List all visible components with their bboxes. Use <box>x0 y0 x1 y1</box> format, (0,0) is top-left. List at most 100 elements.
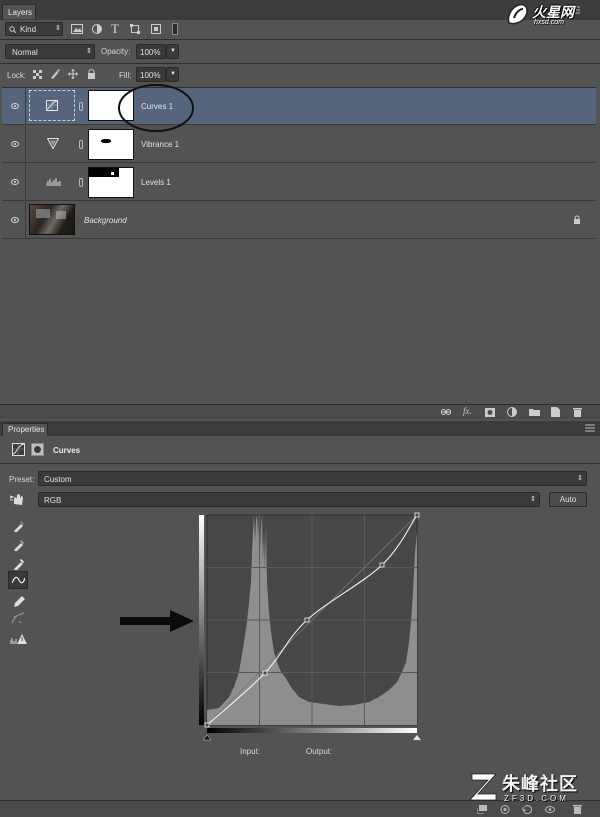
output-gradient-bar <box>199 515 204 725</box>
hxsd-url: hxsd.com <box>534 19 564 26</box>
layer-row-curves[interactable]: Curves 1 <box>2 88 596 125</box>
preset-value: Custom <box>44 475 72 484</box>
lock-label: Lock: <box>7 71 27 80</box>
layer-row-levels[interactable]: Levels 1 <box>2 164 596 201</box>
layers-tab[interactable]: Layers <box>2 4 36 19</box>
fill-label: Fill: <box>119 71 132 80</box>
lock-image-pixels-icon[interactable] <box>50 69 60 79</box>
mask-black-area <box>89 168 119 177</box>
chevron-down-icon: ▼ <box>170 71 176 77</box>
lock-transparent-pixels-icon[interactable] <box>33 70 42 79</box>
curve-control-point[interactable] <box>204 722 210 728</box>
layer-row-background[interactable]: Background <box>2 202 596 239</box>
blend-mode-value: Normal <box>12 48 38 57</box>
eye-icon[interactable] <box>11 141 19 147</box>
fill-input[interactable]: 100% <box>136 67 166 82</box>
new-layer-icon[interactable] <box>551 407 560 417</box>
chain-link-icon[interactable] <box>79 102 83 111</box>
eye-icon[interactable] <box>11 103 19 109</box>
white-point-slider <box>412 734 422 741</box>
visibility-cell <box>4 126 26 162</box>
curve-control-point[interactable] <box>379 562 385 568</box>
curve-control-point[interactable] <box>304 617 310 623</box>
filter-shape-icon[interactable] <box>130 24 140 34</box>
filter-type-icon[interactable]: T <box>111 21 119 37</box>
curves-adjustment-icon <box>12 443 25 456</box>
fill-value: 100% <box>140 71 161 80</box>
filter-pixel-icon[interactable] <box>71 24 83 34</box>
layer-name[interactable]: Background <box>84 216 127 225</box>
channel-value: RGB <box>44 496 62 505</box>
link-layers-icon[interactable] <box>441 408 451 416</box>
zf3d-logo-icon <box>470 773 497 801</box>
layer-name[interactable]: Levels 1 <box>141 178 171 187</box>
curves-icon <box>46 100 58 111</box>
visibility-cell <box>4 202 26 238</box>
hxsd-watermark: 火星网 hxsd.com <box>505 2 597 30</box>
auto-button[interactable]: Auto <box>549 492 587 507</box>
eye-icon[interactable] <box>11 179 19 185</box>
search-icon <box>9 26 16 33</box>
layer-style-fx-icon[interactable]: fx. <box>463 406 472 416</box>
lock-position-icon[interactable] <box>68 69 78 79</box>
opacity-dropdown-button[interactable]: ▼ <box>166 44 179 59</box>
input-label: Input: <box>240 747 261 756</box>
mask-mode-icon[interactable] <box>31 443 44 456</box>
pencil-draw-icon[interactable] <box>12 594 26 608</box>
layer-name[interactable]: Vibrance 1 <box>141 140 179 149</box>
fill-dropdown-button[interactable]: ▼ <box>166 67 179 82</box>
layer-row-vibrance[interactable]: Vibrance 1 <box>2 126 596 163</box>
black-point-slider <box>202 734 212 741</box>
lock-all-icon[interactable] <box>87 69 96 79</box>
filter-kind-select[interactable]: Kind ⇕ <box>5 22 63 36</box>
chain-link-icon[interactable] <box>79 178 83 187</box>
curves-adjustment-thumbnail[interactable] <box>29 90 75 121</box>
properties-tab[interactable]: Properties <box>2 423 48 436</box>
chain-link-icon[interactable] <box>79 140 83 149</box>
add-mask-icon[interactable] <box>485 408 495 417</box>
eyedropper-gray-point-icon[interactable] <box>12 537 26 551</box>
opacity-label: Opacity: <box>101 47 131 56</box>
eye-icon[interactable] <box>11 217 19 223</box>
properties-title: Curves <box>53 446 81 455</box>
annotation-circle <box>118 84 194 132</box>
divider <box>0 63 600 64</box>
levels-icon[interactable] <box>46 176 62 186</box>
opacity-input[interactable]: 100% <box>136 44 166 59</box>
background-image-thumbnail[interactable] <box>29 204 75 235</box>
visibility-cell <box>4 88 26 124</box>
zf3d-watermark: 朱峰社区 ZF3D.COM <box>470 768 596 812</box>
panel-menu-icon[interactable] <box>585 424 595 432</box>
smooth-curve-icon[interactable] <box>11 612 25 626</box>
preset-select[interactable]: Custom ⇕ <box>38 471 587 486</box>
layer-mask-thumbnail[interactable] <box>88 167 134 198</box>
thumbnail-window <box>56 211 66 219</box>
eyedropper-white-point-icon[interactable] <box>12 556 26 570</box>
preset-label: Preset: <box>9 475 35 484</box>
curve-point-icon <box>12 576 25 584</box>
vibrance-icon[interactable] <box>47 138 59 149</box>
mask-white-spot <box>111 172 114 175</box>
input-gradient-bar <box>207 728 417 733</box>
output-label: Output: <box>306 747 333 756</box>
curves-graph[interactable] <box>199 512 423 742</box>
curve-control-point[interactable] <box>262 670 268 676</box>
filter-smart-object-icon[interactable] <box>151 24 161 34</box>
filter-adjustment-icon[interactable] <box>92 24 102 34</box>
lock-icon[interactable] <box>573 215 581 224</box>
new-adjustment-layer-icon[interactable] <box>507 407 517 417</box>
chevron-updown-icon: ⇕ <box>577 475 583 482</box>
trash-icon[interactable] <box>573 407 582 417</box>
filter-kind-label: Kind <box>20 25 37 34</box>
new-group-folder-icon[interactable] <box>529 408 540 416</box>
chevron-updown-icon: ⇕ <box>530 496 536 503</box>
clipping-warning-icon[interactable] <box>10 633 28 645</box>
blend-mode-select[interactable]: Normal ⇕ <box>5 44 95 59</box>
on-image-adjust-hand-icon[interactable] <box>10 493 26 505</box>
channel-select[interactable]: RGB ⇕ <box>38 492 540 507</box>
filter-toggle-switch[interactable] <box>172 23 178 35</box>
curve-point-tool-button[interactable] <box>8 571 28 589</box>
eyedropper-black-point-icon[interactable] <box>12 518 26 532</box>
zf3d-url: ZF3D.COM <box>504 794 569 803</box>
curve-control-point[interactable] <box>414 512 420 518</box>
